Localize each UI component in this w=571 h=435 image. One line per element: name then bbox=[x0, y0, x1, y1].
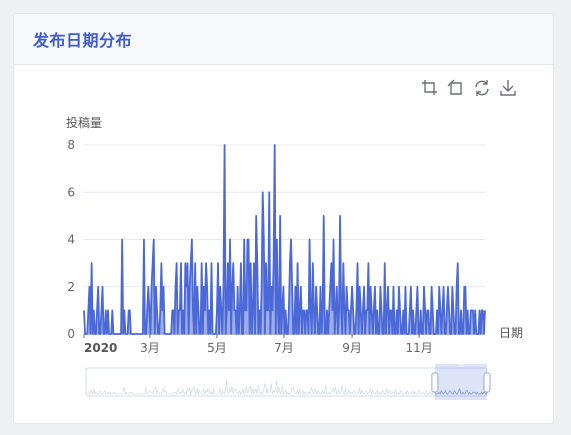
y-tick-label: 6 bbox=[67, 185, 75, 199]
datazoom-slider[interactable]: ||| bbox=[85, 362, 491, 400]
y-axis: 0 2 4 6 8 bbox=[67, 138, 75, 341]
toolbox bbox=[421, 79, 517, 97]
x-tick-label: 2020 bbox=[84, 341, 117, 355]
y-tick-label: 8 bbox=[67, 138, 75, 152]
x-axis: 2020 3月 5月 7月 9月 11月 bbox=[83, 334, 433, 355]
x-axis-name: 日期 bbox=[499, 326, 523, 340]
x-tick-label: 9月 bbox=[342, 341, 362, 355]
x-tick-label: 11月 bbox=[405, 341, 432, 355]
y-tick-label: 0 bbox=[67, 327, 75, 341]
zoom-select-icon[interactable] bbox=[421, 79, 439, 97]
datazoom-selected-range[interactable] bbox=[434, 364, 487, 400]
y-tick-label: 4 bbox=[67, 233, 75, 247]
zoom-back-icon[interactable] bbox=[447, 79, 465, 97]
x-tick-label: 3月 bbox=[140, 341, 160, 355]
x-tick-label: 5月 bbox=[207, 341, 227, 355]
y-axis-name: 投稿量 bbox=[66, 115, 102, 130]
x-tick-label: 7月 bbox=[274, 341, 294, 355]
y-tick-label: 2 bbox=[67, 280, 75, 294]
datazoom-move-grip[interactable]: ||| bbox=[458, 362, 463, 368]
restore-icon[interactable] bbox=[473, 79, 491, 97]
chart: 0 2 4 6 8 2020 3月 5月 7月 9月 11月 投稿量 日期 ||| bbox=[66, 115, 523, 400]
datazoom-handle-left[interactable] bbox=[431, 372, 439, 393]
datazoom-handle-right[interactable] bbox=[483, 372, 491, 393]
save-image-icon[interactable] bbox=[499, 79, 517, 97]
